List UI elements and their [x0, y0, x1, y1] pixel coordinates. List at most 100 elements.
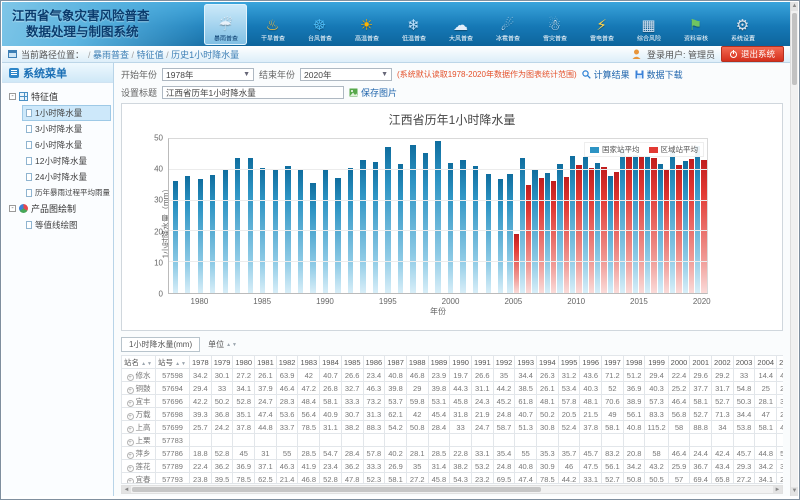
unit-sort-control[interactable]: 单位 ▲▼ [208, 339, 238, 350]
sidebar-item-1-6[interactable]: 历年暴雨过程平均雨量 [22, 185, 111, 200]
row-expand-icon[interactable]: + [127, 452, 134, 459]
column-header-year-1993[interactable]: 1993 [515, 356, 537, 369]
toolbar-item-11[interactable]: ⚑资料审核 [674, 4, 717, 45]
column-header-year-1992[interactable]: 1992 [493, 356, 515, 369]
sidebar-group-1[interactable]: -特征值 [4, 88, 111, 105]
sidebar-group-2[interactable]: -产品图绘制 [4, 200, 111, 217]
column-header-year-1989[interactable]: 1989 [428, 356, 450, 369]
app-title-line2: 数据处理与制图系统 [12, 24, 150, 40]
table-row-57699[interactable]: +上高5769925.724.237.844.833.778.531.138.2… [122, 421, 784, 434]
row-expand-icon[interactable]: + [127, 400, 134, 407]
sidebar-item-1-1[interactable]: 1小时降水量 [22, 105, 111, 121]
breadcrumb-item-2[interactable]: 特征值 [137, 50, 164, 60]
sidebar-item-1-2[interactable]: 3小时降水量 [22, 121, 111, 137]
column-header-year-2001[interactable]: 2001 [690, 356, 712, 369]
window-vertical-scrollbar[interactable]: ▲ ▼ [790, 2, 798, 496]
sidebar-item-1-3[interactable]: 6小时降水量 [22, 137, 111, 153]
column-header-year-1999[interactable]: 1999 [645, 356, 668, 369]
row-expand-icon[interactable]: + [127, 413, 134, 420]
toolbar-item-4[interactable]: ☀高温普查 [345, 4, 388, 45]
column-header-year-2005[interactable]: 2005 [777, 356, 783, 369]
table-row-57694[interactable]: +铜鼓5769429.43334.137.946.447.226.832.746… [122, 382, 784, 395]
column-header-year-1997[interactable]: 1997 [602, 356, 624, 369]
column-header-year-2004[interactable]: 2004 [755, 356, 777, 369]
value-cell: 38.2 [341, 421, 363, 434]
toolbar-item-9[interactable]: ⚡雷电普查 [580, 4, 623, 45]
toolbar-item-12[interactable]: ⚙系统设置 [721, 4, 764, 45]
table-row-57698[interactable]: +万载5769839.336.835.147.453.656.440.930.7… [122, 408, 784, 421]
column-header-year-1991[interactable]: 1991 [471, 356, 493, 369]
chart-title-input[interactable] [162, 86, 344, 99]
table-row-57783[interactable]: +上栗57783 [122, 434, 784, 447]
column-header-year-1990[interactable]: 1990 [450, 356, 472, 369]
column-header-year-1987[interactable]: 1987 [385, 356, 407, 369]
table-horizontal-scrollbar[interactable]: ◄ ► [121, 485, 783, 494]
hscroll-thumb[interactable] [132, 487, 541, 492]
column-header-year-1995[interactable]: 1995 [558, 356, 580, 369]
column-header-station-id[interactable]: 站号 ▲▼ [156, 356, 190, 369]
logout-button[interactable]: 退出系统 [721, 46, 784, 62]
scroll-down-icon[interactable]: ▼ [791, 487, 798, 496]
row-expand-icon[interactable]: + [127, 426, 134, 433]
end-year-select[interactable]: 2020年 ▼ [300, 68, 392, 81]
table-row-57598[interactable]: +修水5759834.230.127.226.163.94240.726.623… [122, 369, 784, 382]
column-header-year-1998[interactable]: 1998 [623, 356, 645, 369]
column-header-year-1985[interactable]: 1985 [341, 356, 363, 369]
row-expand-icon[interactable]: + [127, 387, 134, 394]
toolbar-item-8[interactable]: ☃雪灾普查 [533, 4, 576, 45]
column-header-year-2002[interactable]: 2002 [712, 356, 734, 369]
column-header-year-2000[interactable]: 2000 [668, 356, 690, 369]
toolbar-item-2[interactable]: ♨干旱普查 [251, 4, 294, 45]
toolbar-item-3[interactable]: ☸台风普查 [298, 4, 341, 45]
breadcrumb-item-3[interactable]: 历史1小时降水量 [171, 50, 239, 60]
scroll-up-icon[interactable]: ▲ [791, 2, 798, 11]
row-expand-icon[interactable]: + [127, 374, 134, 381]
breadcrumb-item-1[interactable]: 暴雨普查 [93, 50, 129, 60]
column-header-station-name[interactable]: 站名 ▲▼ [122, 356, 156, 369]
column-header-year-1986[interactable]: 1986 [363, 356, 385, 369]
column-header-year-1981[interactable]: 1981 [255, 356, 277, 369]
value-cell: 22.8 [450, 447, 472, 460]
column-header-year-1988[interactable]: 1988 [406, 356, 428, 369]
start-year-select[interactable]: 1978年 ▼ [162, 68, 254, 81]
column-header-year-1978[interactable]: 1978 [190, 356, 212, 369]
value-cell: 42.7 [777, 369, 783, 382]
toolbar-item-7[interactable]: ☄冰雹普查 [486, 4, 529, 45]
column-header-year-2003[interactable]: 2003 [733, 356, 755, 369]
scroll-right-icon[interactable]: ► [773, 486, 782, 493]
save-image-button[interactable]: 保存图片 [349, 86, 397, 99]
toolbar-item-10[interactable]: ▦综合风险 [627, 4, 670, 45]
collapse-icon[interactable]: - [9, 93, 16, 100]
table-row-57786[interactable]: +萍乡5778618.852.845315528.554.728.457.840… [122, 447, 784, 460]
toolbar-item-1[interactable]: ☔暴雨普查 [204, 4, 247, 45]
column-header-year-1983[interactable]: 1983 [298, 356, 320, 369]
vscroll-thumb[interactable] [792, 13, 797, 85]
column-header-year-1982[interactable]: 1982 [276, 356, 298, 369]
table-row-57789[interactable]: +莲花5778922.436.236.937.146.341.923.436.2… [122, 460, 784, 473]
table-row-57696[interactable]: +宜丰5769642.250.252.824.728.348.458.133.3… [122, 395, 784, 408]
calculate-button[interactable]: 计算结果 [582, 68, 630, 81]
sidebar-item-1-5[interactable]: 24小时降水量 [22, 169, 111, 185]
value-cell: 25.9 [668, 460, 690, 473]
column-header-year-1984[interactable]: 1984 [320, 356, 342, 369]
sidebar-item-2-1[interactable]: 等值线绘图 [22, 217, 111, 233]
toolbar-item-5[interactable]: ❄低温普查 [392, 4, 435, 45]
column-header-year-1980[interactable]: 1980 [233, 356, 255, 369]
column-header-year-1979[interactable]: 1979 [211, 356, 233, 369]
collapse-icon[interactable]: - [9, 205, 16, 212]
value-cell: 23.4 [320, 460, 342, 473]
bar-group-1986 [269, 139, 282, 293]
download-button[interactable]: 数据下载 [635, 68, 683, 81]
row-expand-icon[interactable]: + [127, 465, 134, 472]
value-cell: 28.5 [298, 447, 320, 460]
toolbar-item-6[interactable]: ☁大风普查 [439, 4, 482, 45]
row-expand-icon[interactable]: + [127, 439, 134, 446]
bar-national-2019 [683, 161, 688, 293]
station-id: 57598 [156, 369, 190, 382]
table-row-57793[interactable]: +宜春5779323.839.578.562.521.446.852.847.8… [122, 473, 784, 485]
row-expand-icon[interactable]: + [127, 478, 134, 485]
sidebar-item-1-4[interactable]: 12小时降水量 [22, 153, 111, 169]
column-header-year-1996[interactable]: 1996 [580, 356, 602, 369]
scroll-left-icon[interactable]: ◄ [122, 486, 131, 493]
column-header-year-1994[interactable]: 1994 [537, 356, 559, 369]
